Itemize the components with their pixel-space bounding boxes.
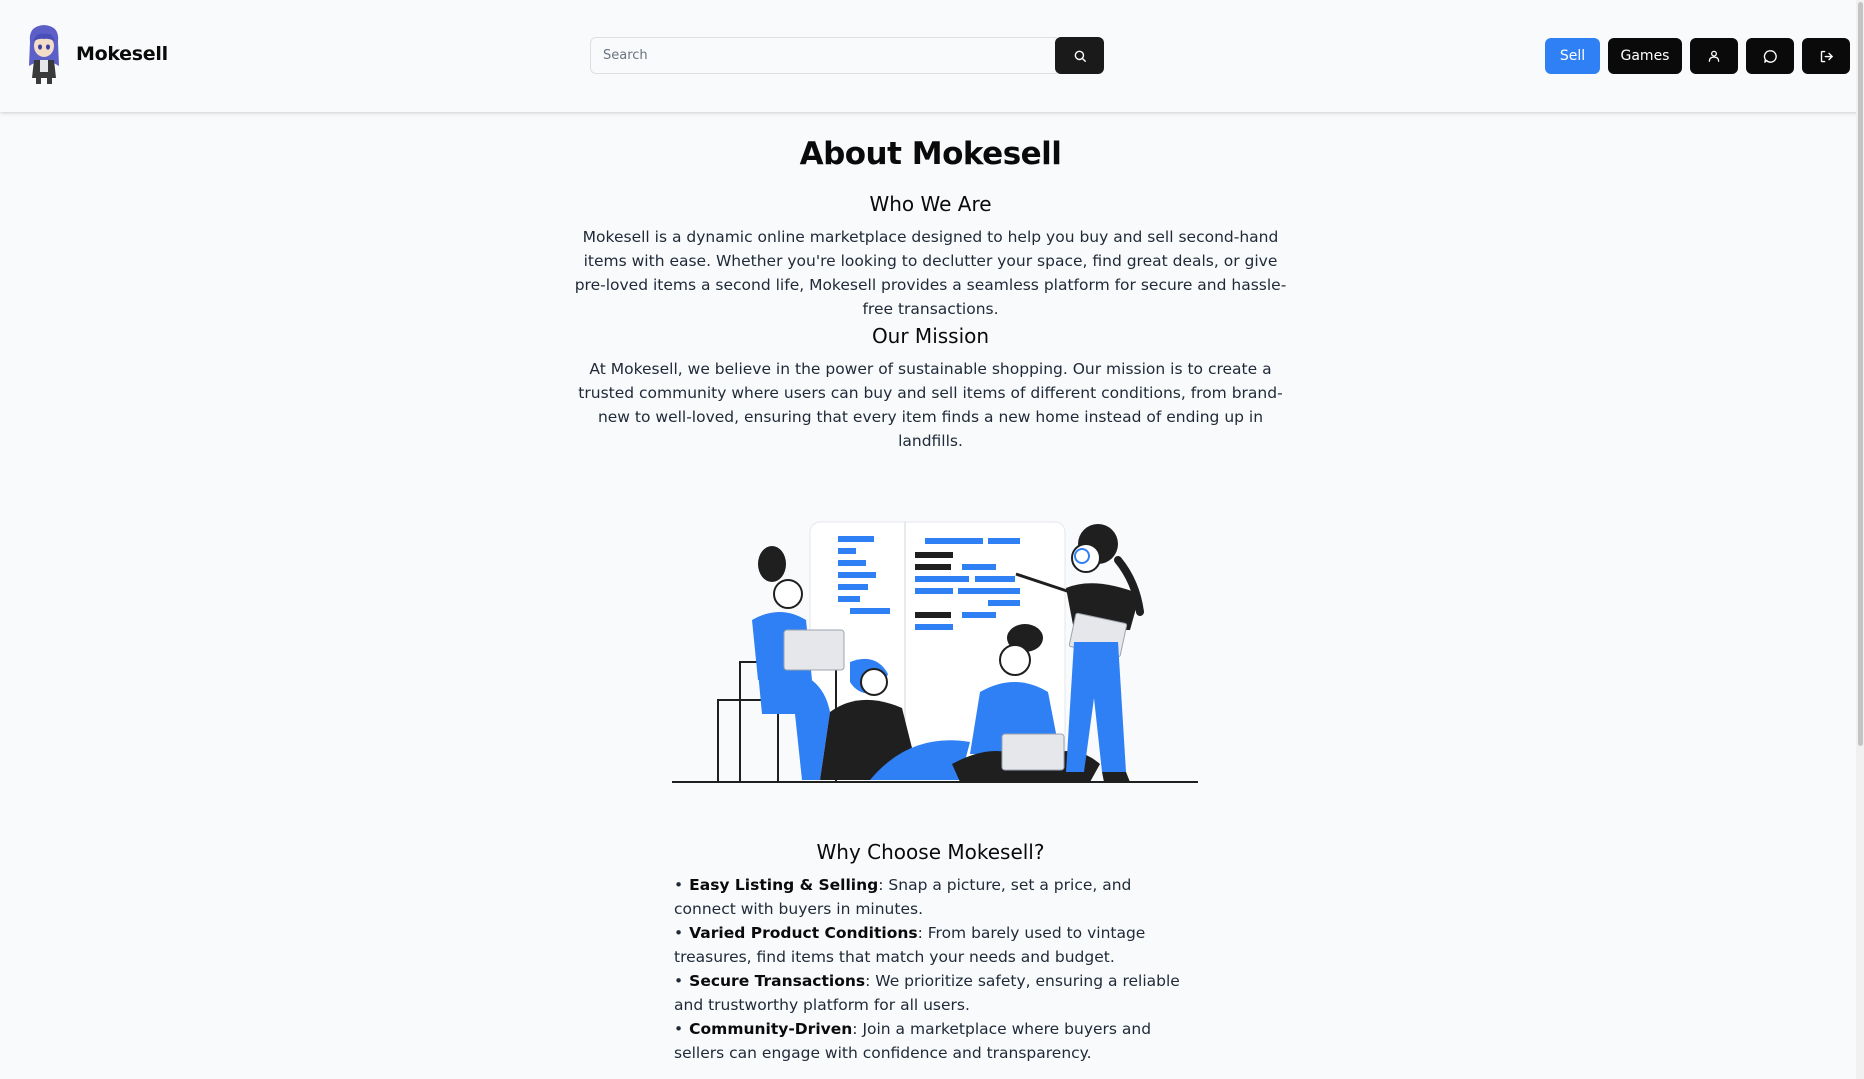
user-icon	[1708, 50, 1720, 62]
brand-name: Mokesell	[76, 43, 168, 65]
anime-avatar-icon	[29, 25, 59, 84]
chat-button[interactable]	[1746, 38, 1794, 74]
feature-title: Community-Driven	[689, 1020, 853, 1038]
search-button[interactable]	[1055, 37, 1104, 74]
our-mission-heading: Our Mission	[871, 324, 990, 348]
features-list: • Easy Listing & Selling: Snap a picture,…	[674, 873, 1194, 1065]
who-we-are-text: Mokesell is a dynamic online marketplace…	[574, 228, 1287, 318]
why-choose-heading: Why Choose Mokesell?	[816, 840, 1045, 864]
scrollbar-thumb[interactable]	[1858, 2, 1863, 746]
our-mission-text: At Mokesell, we believe in the power of …	[578, 360, 1283, 450]
feature-title: Varied Product Conditions	[689, 924, 918, 942]
logout-button[interactable]	[1802, 38, 1850, 74]
list-item: • Secure Transactions: We prioritize safe…	[674, 972, 1180, 1014]
feature-title: Secure Transactions	[689, 972, 866, 990]
nav-actions: Sell Games	[1545, 38, 1850, 74]
team-collaboration-illustration	[672, 521, 1198, 783]
list-item: • Community-Driven: Join a marketplace wh…	[674, 1020, 1152, 1062]
profile-button[interactable]	[1690, 38, 1738, 74]
list-item: • Varied Product Conditions: From barely …	[674, 924, 1146, 966]
search-icon	[1074, 50, 1086, 62]
games-button[interactable]: Games	[1608, 38, 1682, 74]
chat-bubble-icon	[1763, 49, 1777, 63]
sell-button[interactable]: Sell	[1545, 38, 1600, 74]
list-item: • Easy Listing & Selling: Snap a picture,…	[674, 876, 1132, 918]
logout-icon	[1820, 50, 1833, 62]
scrollbar[interactable]	[1856, 0, 1864, 1079]
search-input[interactable]	[590, 37, 1057, 74]
search-bar	[590, 37, 1106, 74]
page-title: About Mokesell	[799, 136, 1062, 172]
feature-title: Easy Listing & Selling	[689, 876, 879, 894]
brand[interactable]: Mokesell	[24, 22, 168, 86]
who-we-are-heading: Who We Are	[869, 192, 992, 216]
site-header: Mokesell Sell Games	[0, 0, 1864, 112]
